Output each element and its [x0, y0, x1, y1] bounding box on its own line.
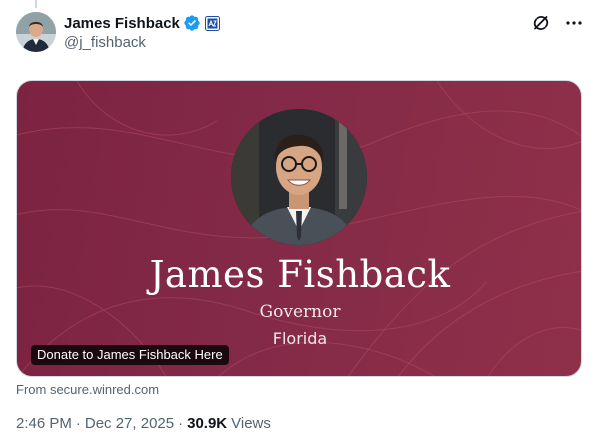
author-identity: James Fishback @j_fishback — [64, 13, 220, 51]
author-handle[interactable]: @j_fishback — [64, 34, 220, 51]
author-display-name[interactable]: James Fishback — [64, 15, 180, 32]
card-title: James Fishback — [149, 253, 451, 296]
thread-connector-line — [35, 0, 37, 8]
meta-separator: · — [75, 415, 81, 432]
grok-icon[interactable] — [531, 13, 551, 33]
link-preview-card[interactable]: James Fishback Governor Florida Donate t… — [16, 80, 582, 377]
post-time[interactable]: 2:46 PM — [16, 415, 72, 432]
header-actions — [531, 12, 583, 33]
views-label: Views — [231, 415, 271, 432]
affiliate-badge-icon[interactable] — [204, 15, 220, 31]
verified-badge-icon — [183, 14, 201, 32]
tweet-header: James Fishback @j_fishback — [16, 12, 583, 54]
tweet-meta: 2:46 PM · Dec 27, 2025 · 30.9K Views — [16, 415, 271, 432]
author-avatar[interactable] — [16, 12, 56, 52]
post-date[interactable]: Dec 27, 2025 — [85, 415, 174, 432]
more-icon[interactable] — [565, 14, 583, 32]
candidate-portrait — [231, 109, 367, 245]
views-count[interactable]: 30.9K — [187, 415, 227, 432]
link-source-domain[interactable]: From secure.winred.com — [16, 382, 159, 397]
card-subtitle: Governor — [259, 302, 341, 322]
link-title-badge[interactable]: Donate to James Fishback Here — [31, 345, 229, 365]
meta-separator: · — [178, 415, 184, 432]
